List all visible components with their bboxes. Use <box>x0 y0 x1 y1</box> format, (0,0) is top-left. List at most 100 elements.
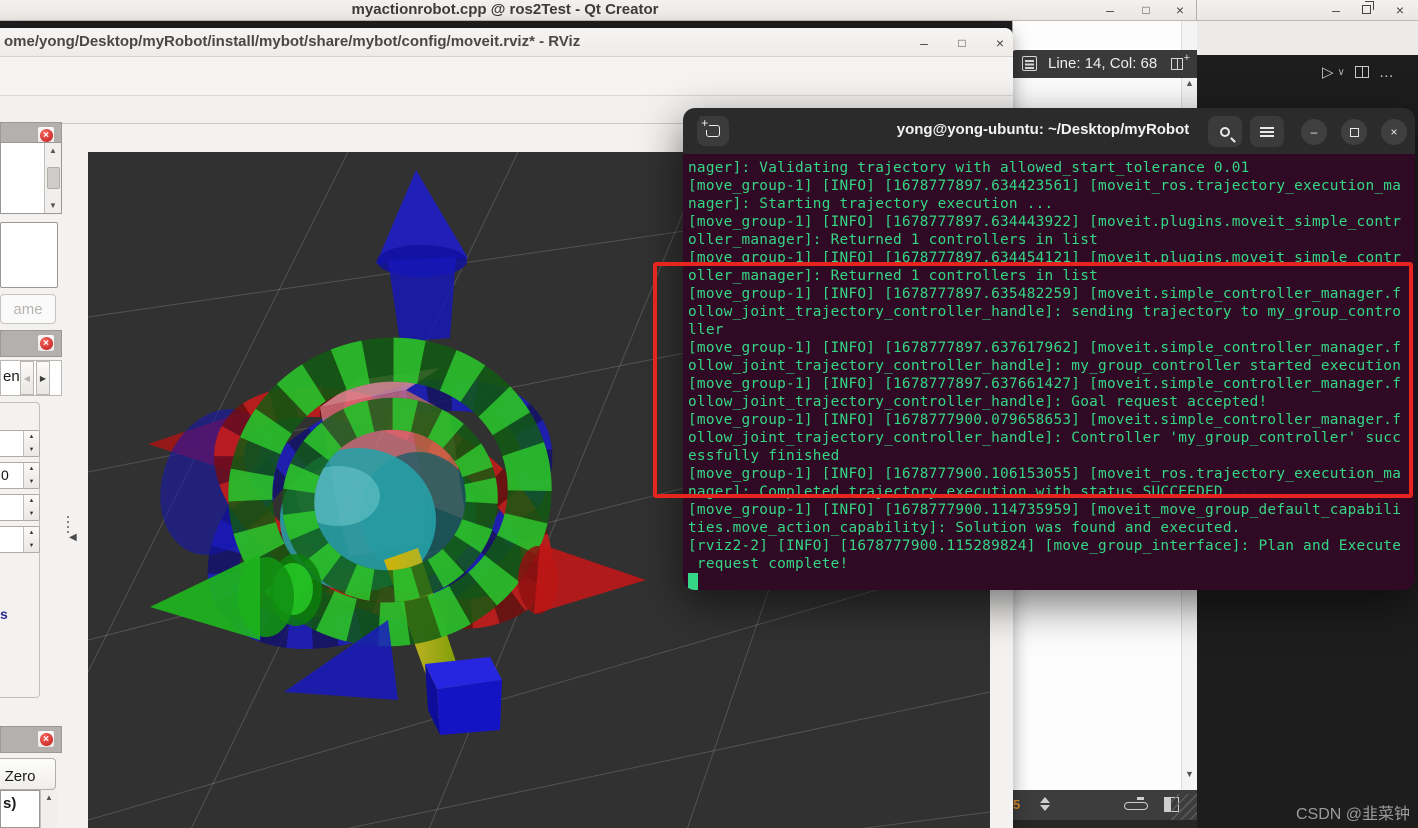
panel-close-button[interactable]: × <box>37 730 55 748</box>
robot-base-cube <box>425 657 502 735</box>
terminal-minimize-button[interactable]: – <box>1301 119 1327 145</box>
sort-updown-icon[interactable] <box>1040 797 1050 811</box>
bottom-list-scrollbar[interactable]: ▲ <box>40 790 57 828</box>
marker-red-arrow-right[interactable] <box>518 544 646 614</box>
bottom-list[interactable]: s) <box>0 790 40 828</box>
spinbox-3[interactable]: ▲ ▼ <box>0 494 40 521</box>
editor-action-toolbar: ▷ ∨ … <box>1322 60 1414 84</box>
search-button[interactable] <box>1208 116 1242 147</box>
motion-planning-panel-header[interactable]: × <box>0 330 62 357</box>
qtcreator-titlebar: myactionrobot.cpp @ ros2Test - Qt Creato… <box>0 0 1418 21</box>
terminal-log-line: nager]: Starting trajectory execution ..… <box>688 196 1054 212</box>
more-actions-icon[interactable]: … <box>1379 64 1395 81</box>
terminal-headerbar[interactable]: yong@yong-ubuntu: ~/Desktop/myRobot – × <box>683 108 1415 154</box>
close-icon: × <box>39 732 53 746</box>
split-editor-icon[interactable] <box>1354 66 1369 78</box>
scrollbar-up-icon[interactable]: ▲ <box>1185 78 1194 88</box>
line-col-indicator: Line: 14, Col: 68 <box>1048 55 1158 72</box>
panel-close-button[interactable]: × <box>37 334 55 352</box>
zero-button[interactable]: Zero <box>0 758 56 790</box>
scrollbar-up-icon[interactable]: ▲ <box>49 143 57 158</box>
terminal-title: yong@yong-ubuntu: ~/Desktop/myRobot <box>896 121 1190 138</box>
menu-button[interactable] <box>1250 116 1284 147</box>
terminal-log-line: [move_group-1] [INFO] [1678777897.634454… <box>688 250 1402 266</box>
spinbox-4[interactable]: ▲ ▼ <box>0 526 40 553</box>
close-icon[interactable]: × <box>988 33 1012 53</box>
spinbox-2[interactable]: 0 ▲ ▼ <box>0 462 40 489</box>
scrollbar-thumb[interactable] <box>46 167 60 189</box>
terminal-log-line: ller <box>688 322 724 338</box>
run-icon[interactable]: ▷ <box>1322 63 1334 81</box>
tab-scroll-left[interactable]: ◀ <box>20 361 34 395</box>
terminal-log-line: [move_group-1] [INFO] [1678777897.637617… <box>688 340 1402 356</box>
maximize-icon[interactable]: □ <box>950 33 974 53</box>
slider-icon[interactable] <box>1124 797 1148 810</box>
document-icon <box>1022 56 1037 71</box>
terminal-window: yong@yong-ubuntu: ~/Desktop/myRobot – × … <box>683 108 1415 590</box>
scrollbar-up-icon[interactable]: ▲ <box>45 790 53 805</box>
spinbox-1[interactable]: ▲ ▼ <box>0 430 40 457</box>
bottom-list-item-partial: s) <box>3 795 17 812</box>
scrollbar-down-icon[interactable]: ▼ <box>1185 769 1194 779</box>
line-col-bar: Line: 14, Col: 68 <box>1012 50 1197 78</box>
rviz-window-title: ome/yong/Desktop/myRobot/install/mybot/s… <box>4 33 581 50</box>
close-icon: × <box>1390 125 1398 139</box>
statusbar-under-strip <box>1012 820 1197 828</box>
spin-down-icon[interactable]: ▼ <box>29 447 35 453</box>
spin-up-icon[interactable]: ▲ <box>29 466 35 472</box>
spin-down-icon[interactable]: ▼ <box>29 511 35 517</box>
close-icon[interactable]: × <box>1168 0 1192 20</box>
minimize-icon: – <box>1310 125 1318 139</box>
terminal-log-line: oller_manager]: Returned 1 controllers i… <box>688 268 1099 284</box>
panel-collapse-handle[interactable]: ◀ <box>64 516 82 560</box>
split-add-icon[interactable] <box>1171 52 1190 70</box>
new-tab-button[interactable] <box>697 116 729 146</box>
tab-scroll-right[interactable]: ▶ <box>36 361 50 395</box>
maximize-icon <box>1349 127 1359 137</box>
minimize-icon[interactable]: – <box>1098 0 1122 20</box>
new-tab-icon <box>700 116 720 137</box>
motion-planning-tabs[interactable]: ene ◀ ▶ <box>0 360 62 396</box>
minimize-icon[interactable]: – <box>1324 0 1348 20</box>
terminal-log-line: [move_group-1] [INFO] [1678777900.114735… <box>688 502 1402 518</box>
terminal-log-line: essfully finished <box>688 448 840 464</box>
rename-button[interactable]: ame <box>0 294 56 324</box>
terminal-log-line: [move_group-1] [INFO] [1678777900.106153… <box>688 466 1402 482</box>
marker-blue-arrow-top[interactable] <box>376 170 468 342</box>
search-icon <box>1220 126 1230 137</box>
editor-top-strip <box>1197 21 1418 55</box>
close-icon: × <box>39 128 53 142</box>
terminal-log-line: oller_manager]: Returned 1 controllers i… <box>688 232 1099 248</box>
csdn-watermark: CSDN @韭菜钟 <box>1295 806 1410 823</box>
terminal-log-line: [move_group-1] [INFO] [1678777900.079658… <box>688 412 1402 428</box>
maximize-icon[interactable]: □ <box>1134 0 1158 20</box>
terminal-log-line: [move_group-1] [INFO] [1678777897.634423… <box>688 178 1402 194</box>
displays-scrollbar[interactable]: ▲ ▼ <box>44 143 61 213</box>
spin-up-icon[interactable]: ▲ <box>29 530 35 536</box>
terminal-log-line: ollow_joint_trajectory_controller_handle… <box>688 394 1268 410</box>
spin-up-icon[interactable]: ▲ <box>29 498 35 504</box>
terminal-cursor <box>688 573 698 590</box>
spin-down-icon[interactable]: ▼ <box>29 479 35 485</box>
terminal-log-line: ollow_joint_trajectory_controller_handle… <box>688 358 1402 374</box>
window-seam <box>1196 0 1197 21</box>
restore-icon[interactable] <box>1362 1 1374 14</box>
minimize-icon[interactable]: – <box>912 33 936 53</box>
spin-up-icon[interactable]: ▲ <box>29 434 35 440</box>
terminal-log-line: [rviz2-2] [INFO] [1678777900.115289824] … <box>688 538 1402 554</box>
joints-label-partial: s <box>0 606 8 622</box>
spin-down-icon[interactable]: ▼ <box>29 543 35 549</box>
rviz-titlebar[interactable]: ome/yong/Desktop/myRobot/install/mybot/s… <box>0 28 1013 57</box>
chevron-down-icon[interactable]: ∨ <box>1338 67 1345 78</box>
terminal-maximize-button[interactable] <box>1341 119 1367 145</box>
scrollbar-down-icon[interactable]: ▼ <box>49 198 57 213</box>
close-icon: × <box>39 336 53 350</box>
collapse-left-icon: ◀ <box>69 532 77 543</box>
bottom-panel-header[interactable]: × <box>0 726 62 753</box>
description-box <box>0 222 58 288</box>
terminal-output[interactable]: nager]: Validating trajectory with allow… <box>683 154 1415 590</box>
terminal-close-button[interactable]: × <box>1381 119 1407 145</box>
terminal-log-line: nager]: Completed trajectory execution w… <box>688 484 1259 500</box>
close-icon[interactable]: × <box>1388 0 1412 20</box>
resize-grip[interactable] <box>1171 794 1197 820</box>
